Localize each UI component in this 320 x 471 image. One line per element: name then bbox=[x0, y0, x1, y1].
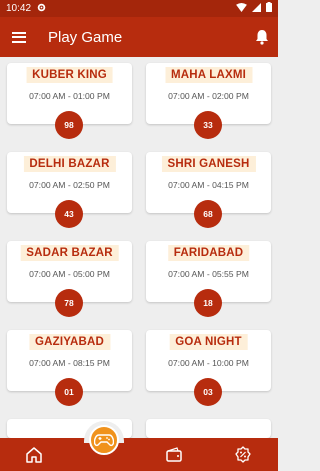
game-name: GOA NIGHT bbox=[169, 334, 248, 350]
wifi-icon bbox=[236, 2, 247, 15]
result-badge: 78 bbox=[55, 289, 83, 317]
game-name: DELHI BAZAR bbox=[23, 156, 116, 172]
game-time: 07:00 AM - 02:50 PM bbox=[29, 180, 110, 190]
menu-icon[interactable] bbox=[12, 31, 26, 43]
game-name: MAHA LAXMI bbox=[164, 67, 253, 83]
result-badge: 03 bbox=[194, 378, 222, 406]
signal-icon bbox=[252, 2, 261, 15]
game-card[interactable] bbox=[146, 419, 271, 438]
game-time: 07:00 AM - 05:00 PM bbox=[29, 269, 110, 279]
game-time: 07:00 AM - 01:00 PM bbox=[29, 91, 110, 101]
discount-icon[interactable] bbox=[234, 446, 252, 464]
status-bar: 10:42 bbox=[0, 0, 278, 17]
wallet-icon[interactable] bbox=[165, 446, 183, 464]
result-badge: 68 bbox=[194, 200, 222, 228]
home-icon[interactable] bbox=[25, 446, 43, 464]
page-title: Play Game bbox=[48, 28, 123, 46]
battery-icon bbox=[266, 2, 272, 15]
game-name: FARIDABAD bbox=[167, 245, 250, 261]
bottom-nav bbox=[0, 438, 278, 471]
settings-gear-icon bbox=[37, 3, 46, 15]
notification-bell-icon[interactable] bbox=[255, 29, 269, 45]
result-badge: 33 bbox=[194, 111, 222, 139]
game-name: SHRI GANESH bbox=[161, 156, 256, 172]
game-name: KUBER KING bbox=[26, 67, 113, 83]
result-badge: 43 bbox=[55, 200, 83, 228]
status-time: 10:42 bbox=[6, 3, 32, 14]
game-name: GAZIYABAD bbox=[28, 334, 111, 350]
result-badge: 98 bbox=[55, 111, 83, 139]
game-time: 07:00 AM - 05:55 PM bbox=[168, 269, 249, 279]
result-badge: 18 bbox=[194, 289, 222, 317]
game-time: 07:00 AM - 02:00 PM bbox=[168, 91, 249, 101]
game-time: 07:00 AM - 10:00 PM bbox=[168, 358, 249, 368]
app-bar: Play Game bbox=[0, 17, 278, 57]
game-name: SADAR BAZAR bbox=[20, 245, 119, 261]
gamepad-icon[interactable] bbox=[89, 425, 119, 455]
game-time: 07:00 AM - 04:15 PM bbox=[168, 180, 249, 190]
game-time: 07:00 AM - 08:15 PM bbox=[29, 358, 110, 368]
result-badge: 01 bbox=[55, 378, 83, 406]
